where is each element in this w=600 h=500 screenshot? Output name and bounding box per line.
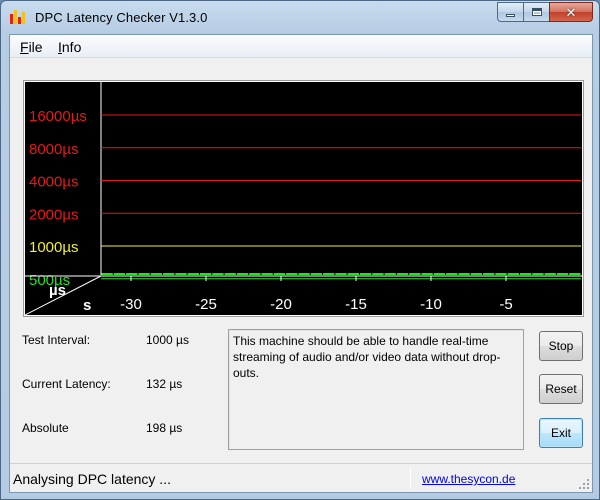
latency-bar [483, 273, 495, 275]
test-interval-label: Test Interval: [22, 333, 91, 347]
latency-bar [433, 273, 446, 275]
latency-chart-svg: 16000µs8000µs4000µs2000µs1000µs500µsµss -… [25, 82, 582, 315]
absolute-label: Absolute [22, 421, 69, 435]
latency-bar [359, 273, 372, 275]
app-window: DPC Latency Checker V1.3.0 ✕ File Info 1… [0, 0, 600, 500]
menu-file-accel: F [20, 39, 29, 55]
test-interval-value: 1000 µs [146, 333, 189, 347]
x-tick-label: -5 [499, 296, 512, 313]
menu-bar: File Info [10, 35, 592, 58]
level-label-4000: 4000µs [29, 174, 79, 191]
latency-bar [470, 273, 483, 275]
latency-bar [249, 273, 261, 275]
latency-bar [298, 273, 310, 275]
latency-bar [532, 273, 544, 275]
latency-bar [556, 273, 569, 275]
stop-button[interactable]: Stop [539, 331, 583, 361]
latency-bar [261, 273, 273, 275]
x-tick-label: -15 [345, 296, 367, 313]
x-tick-label: -10 [420, 296, 442, 313]
latency-bar [519, 273, 532, 275]
title-bar[interactable]: DPC Latency Checker V1.3.0 ✕ [1, 1, 599, 33]
absolute-value: 198 µs [146, 421, 183, 435]
x-tick-label: -30 [120, 296, 142, 313]
current-latency-label: Current Latency: [22, 377, 111, 391]
latency-bar [495, 273, 507, 275]
menu-file[interactable]: File [20, 39, 43, 55]
latency-bar [138, 273, 150, 275]
x-tick-label: -20 [270, 296, 292, 313]
latency-bar [286, 273, 298, 275]
latency-bar [163, 273, 175, 275]
latency-bar [199, 273, 212, 275]
latency-bar [409, 273, 421, 275]
latency-bar [175, 273, 187, 275]
caption-buttons: ✕ [497, 2, 593, 22]
level-label-16000: 16000µs [29, 108, 87, 125]
latency-bar [421, 273, 433, 275]
latency-bar [212, 273, 224, 275]
status-text: Analysing DPC latency ... [13, 471, 171, 487]
latency-bar [126, 273, 138, 275]
latency-bar [569, 273, 581, 275]
menu-file-rest: ile [28, 39, 43, 55]
latency-bar [372, 273, 384, 275]
latency-bar [446, 273, 458, 275]
resize-grip-icon[interactable] [578, 478, 590, 490]
latency-bar [150, 273, 163, 275]
bar-chart-icon [10, 10, 26, 24]
result-message: This machine should be able to handle re… [228, 329, 524, 450]
exit-button[interactable]: Exit [539, 418, 583, 448]
close-icon: ✕ [565, 4, 577, 20]
client-area: File Info 16000µs 8000µs 4000µs 2000µs 1000µ… [9, 34, 593, 493]
latency-bar [323, 273, 335, 275]
maximize-icon [531, 8, 542, 16]
latency-bar [396, 273, 409, 275]
level-label-1000: 1000µs [29, 239, 79, 256]
close-button[interactable]: ✕ [549, 2, 593, 22]
minimize-icon [506, 13, 515, 17]
reset-button[interactable]: Reset [539, 374, 583, 404]
latency-bar [458, 273, 470, 275]
latency-chart: 16000µs 8000µs 4000µs 2000µs 1000µs 500µs µs s -… [23, 80, 584, 317]
latency-bar [384, 273, 396, 275]
x-unit-label: s [83, 297, 91, 314]
latency-bar [101, 273, 113, 275]
website-link[interactable]: www.thesycon.de [422, 472, 515, 486]
window-title: DPC Latency Checker V1.3.0 [35, 10, 208, 25]
level-label-2000: 2000µs [29, 206, 79, 223]
current-latency-value: 132 µs [146, 377, 183, 391]
latency-bar [335, 273, 347, 275]
latency-bar [224, 273, 236, 275]
y-unit-label: µs [49, 282, 66, 299]
latency-bar [544, 273, 556, 275]
latency-bar [347, 273, 359, 275]
menu-info-rest: nfo [61, 39, 82, 55]
x-tick-label: -25 [195, 296, 217, 313]
status-separator [410, 467, 411, 489]
menu-info[interactable]: Info [58, 39, 81, 55]
latency-bar [507, 273, 519, 275]
latency-bar [187, 273, 199, 275]
status-bar: Analysing DPC latency ... www.thesycon.d… [10, 463, 592, 492]
maximize-button[interactable] [523, 2, 549, 22]
latency-bar [236, 273, 249, 275]
latency-bar [310, 273, 323, 275]
latency-bar [273, 273, 286, 275]
latency-bar [113, 273, 126, 275]
minimize-button[interactable] [497, 2, 523, 22]
level-label-8000: 8000µs [29, 141, 79, 158]
